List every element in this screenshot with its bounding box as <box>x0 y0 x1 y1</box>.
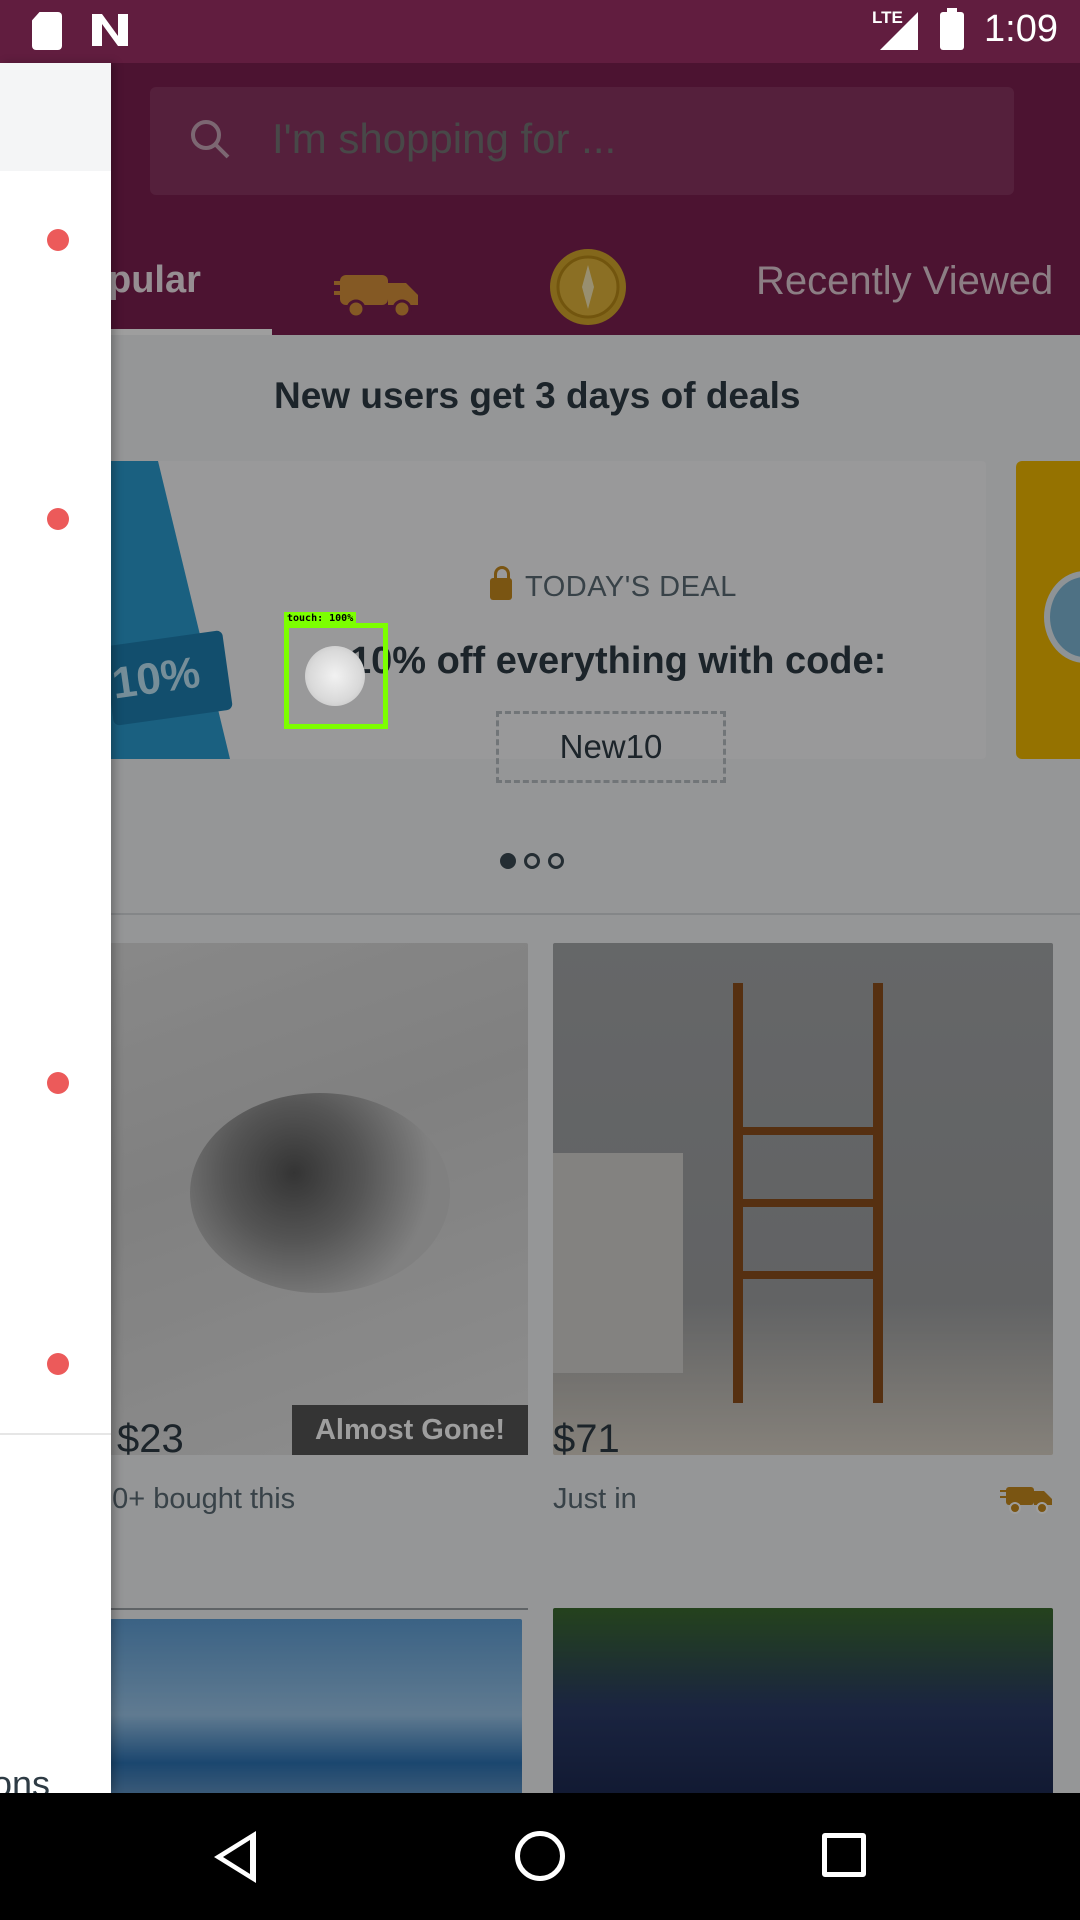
drawer-divider <box>0 1433 111 1435</box>
navigation-drawer[interactable]: ons <box>0 63 111 1793</box>
status-bar: LTE 1:09 <box>0 0 1080 63</box>
notification-dot-icon <box>47 1072 69 1094</box>
back-icon[interactable] <box>214 1831 256 1883</box>
notification-dot-icon <box>47 229 69 251</box>
notification-dot-icon <box>47 1353 69 1375</box>
system-nav-bar <box>0 1793 1080 1920</box>
home-icon[interactable] <box>515 1831 565 1881</box>
notification-n-icon <box>92 14 128 46</box>
drawer-header <box>0 63 111 171</box>
battery-charging-icon <box>940 8 964 50</box>
signal-weak-icon <box>903 12 918 50</box>
touch-indicator <box>305 646 365 706</box>
screen: LTE 1:09 pular <box>0 0 1080 1920</box>
clock: 1:09 <box>984 8 1058 50</box>
recents-icon[interactable] <box>822 1833 866 1877</box>
notification-dot-icon <box>47 508 69 530</box>
drawer-scrim[interactable] <box>0 63 1080 1793</box>
sd-card-icon <box>32 12 62 50</box>
drawer-item-label[interactable]: ons <box>0 1763 50 1793</box>
